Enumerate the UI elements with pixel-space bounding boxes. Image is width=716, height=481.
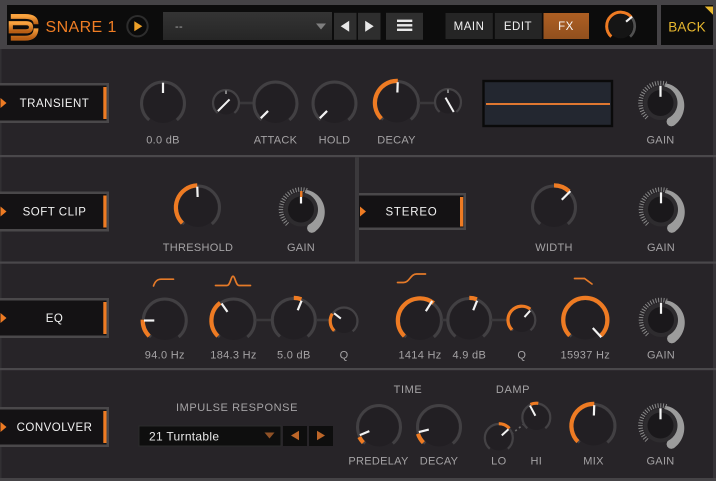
svg-text:5.0 dB: 5.0 dB bbox=[277, 350, 311, 362]
svg-text:184.3 Hz: 184.3 Hz bbox=[210, 350, 256, 362]
svg-text:SNARE 1: SNARE 1 bbox=[46, 19, 117, 36]
svg-text:4.9 dB: 4.9 dB bbox=[452, 350, 486, 362]
svg-text:DECAY: DECAY bbox=[377, 135, 416, 147]
svg-text:GAIN: GAIN bbox=[647, 242, 675, 254]
svg-text:SOFT CLIP: SOFT CLIP bbox=[23, 207, 87, 219]
svg-text:HI: HI bbox=[530, 456, 542, 468]
svg-text:GAIN: GAIN bbox=[646, 456, 674, 468]
svg-text:Q: Q bbox=[517, 350, 526, 362]
svg-text:THRESHOLD: THRESHOLD bbox=[163, 242, 234, 254]
svg-text:15937 Hz: 15937 Hz bbox=[561, 350, 611, 362]
svg-text:GAIN: GAIN bbox=[287, 242, 315, 254]
svg-text:Q: Q bbox=[340, 350, 349, 362]
svg-text:TIME: TIME bbox=[394, 384, 423, 396]
svg-text:DAMP: DAMP bbox=[496, 384, 530, 396]
svg-text:IMPULSE RESPONSE: IMPULSE RESPONSE bbox=[176, 402, 298, 414]
svg-text:DECAY: DECAY bbox=[420, 456, 459, 468]
svg-text:EQ: EQ bbox=[46, 313, 64, 325]
svg-text:WIDTH: WIDTH bbox=[535, 242, 573, 254]
svg-text:ATTACK: ATTACK bbox=[254, 135, 298, 147]
svg-text:LO: LO bbox=[491, 456, 506, 468]
svg-text:21 Turntable: 21 Turntable bbox=[149, 430, 219, 444]
svg-text:STEREO: STEREO bbox=[385, 207, 437, 219]
svg-text:PREDELAY: PREDELAY bbox=[348, 456, 409, 468]
svg-text:MAIN: MAIN bbox=[454, 21, 485, 33]
svg-text:0.0 dB: 0.0 dB bbox=[146, 135, 180, 147]
svg-text:MIX: MIX bbox=[583, 456, 604, 468]
svg-text:EDIT: EDIT bbox=[504, 21, 532, 33]
svg-text:GAIN: GAIN bbox=[646, 135, 674, 147]
svg-text:--: -- bbox=[175, 21, 183, 33]
svg-text:94.0 Hz: 94.0 Hz bbox=[145, 350, 185, 362]
svg-text:BACK: BACK bbox=[668, 20, 706, 35]
svg-text:HOLD: HOLD bbox=[319, 135, 351, 147]
svg-text:GAIN: GAIN bbox=[647, 350, 675, 362]
svg-text:TRANSIENT: TRANSIENT bbox=[20, 98, 90, 110]
svg-text:1414 Hz: 1414 Hz bbox=[398, 350, 441, 362]
svg-text:FX: FX bbox=[558, 21, 574, 33]
svg-text:CONVOLVER: CONVOLVER bbox=[17, 422, 93, 434]
